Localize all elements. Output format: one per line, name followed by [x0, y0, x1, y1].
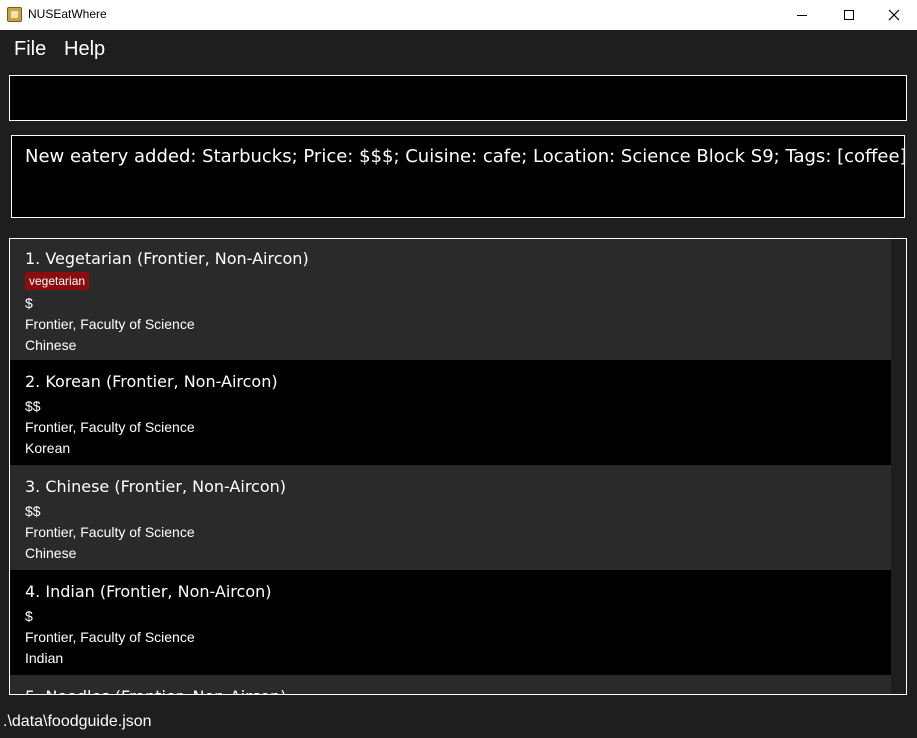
- list-item[interactable]: 3. Chinese (Frontier, Non-Aircon) $$ Fro…: [10, 465, 891, 570]
- eatery-title: 4. Indian (Frontier, Non-Aircon): [25, 582, 272, 601]
- eatery-location: Frontier, Faculty of Science: [25, 419, 195, 435]
- save-location: .\data\foodguide.json: [3, 713, 152, 730]
- eatery-price: $: [25, 608, 33, 624]
- eatery-cuisine: Korean: [25, 440, 71, 456]
- menu-bar: File Help: [0, 30, 917, 70]
- list-item[interactable]: 2. Korean (Frontier, Non-Aircon) $$ Fron…: [10, 360, 891, 465]
- eatery-location: Frontier, Faculty of Science: [25, 316, 195, 332]
- maximize-button[interactable]: [826, 0, 872, 30]
- eatery-location: Frontier, Faculty of Science: [25, 629, 195, 645]
- close-button[interactable]: [871, 0, 917, 30]
- app-icon: [7, 7, 22, 22]
- eatery-list[interactable]: 1. Vegetarian (Frontier, Non-Aircon) veg…: [9, 238, 907, 695]
- eatery-title: 2. Korean (Frontier, Non-Aircon): [25, 372, 278, 391]
- eatery-price: $$: [25, 503, 41, 519]
- eatery-title: 1. Vegetarian (Frontier, Non-Aircon): [25, 249, 309, 268]
- list-item[interactable]: 4. Indian (Frontier, Non-Aircon) $ Front…: [10, 570, 891, 675]
- status-bar: .\data\foodguide.json: [0, 708, 917, 738]
- window-title: NUSEatWhere: [28, 7, 107, 21]
- tag-badge: vegetarian: [25, 272, 90, 290]
- result-display: New eatery added: Starbucks; Price: $$$;…: [11, 135, 907, 218]
- eatery-cuisine: Indian: [25, 650, 64, 666]
- eatery-price: $: [25, 295, 33, 311]
- minimize-icon: [797, 15, 807, 16]
- title-bar: NUSEatWhere: [0, 0, 917, 30]
- command-box: [9, 75, 907, 121]
- eatery-title: 3. Chinese (Frontier, Non-Aircon): [25, 477, 287, 496]
- result-message: New eatery added: Starbucks; Price: $$$;…: [25, 146, 907, 167]
- eatery-cuisine: Chinese: [25, 545, 77, 561]
- eatery-price: $$: [25, 398, 41, 414]
- eatery-cuisine: Chinese: [25, 337, 77, 353]
- command-input[interactable]: [10, 76, 906, 120]
- list-item[interactable]: 1. Vegetarian (Frontier, Non-Aircon) veg…: [10, 239, 891, 360]
- menu-help[interactable]: Help: [64, 38, 105, 61]
- minimize-button[interactable]: [779, 0, 825, 30]
- eatery-location: Frontier, Faculty of Science: [25, 524, 195, 540]
- list-item[interactable]: 5. Noodles (Frontier, Non-Aircon): [10, 675, 891, 694]
- close-icon: [888, 9, 900, 21]
- maximize-icon: [844, 10, 854, 20]
- menu-file[interactable]: File: [14, 38, 46, 61]
- eatery-title: 5. Noodles (Frontier, Non-Aircon): [25, 687, 286, 694]
